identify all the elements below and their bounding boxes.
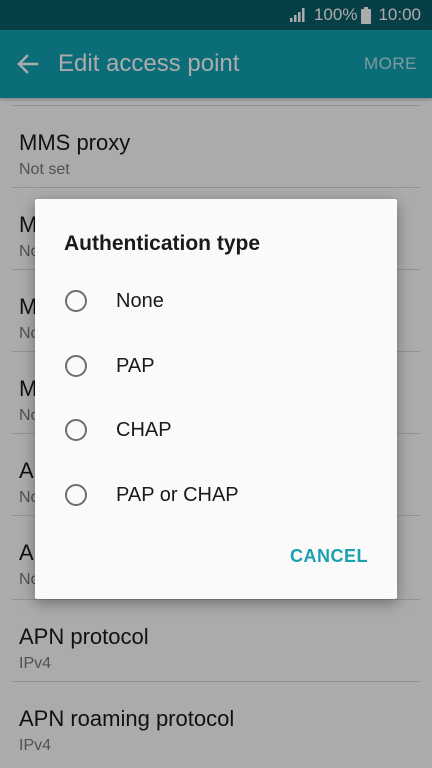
radio-icon[interactable] [65, 290, 87, 312]
radio-icon[interactable] [65, 484, 87, 506]
authentication-type-dialog: Authentication type None PAP CHAP PAP or… [35, 199, 397, 599]
radio-icon[interactable] [65, 419, 87, 441]
radio-icon[interactable] [65, 355, 87, 377]
option-label: PAP or CHAP [116, 484, 239, 506]
dialog-title: Authentication type [64, 232, 261, 255]
cancel-button[interactable]: CANCEL [290, 546, 368, 567]
option-label: PAP [116, 355, 155, 377]
option-chap[interactable]: CHAP [35, 400, 397, 464]
option-pap[interactable]: PAP [35, 336, 397, 400]
option-label: CHAP [116, 419, 172, 441]
option-label: None [116, 290, 164, 312]
option-pap-or-chap[interactable]: PAP or CHAP [35, 465, 397, 529]
option-none[interactable]: None [35, 271, 397, 335]
